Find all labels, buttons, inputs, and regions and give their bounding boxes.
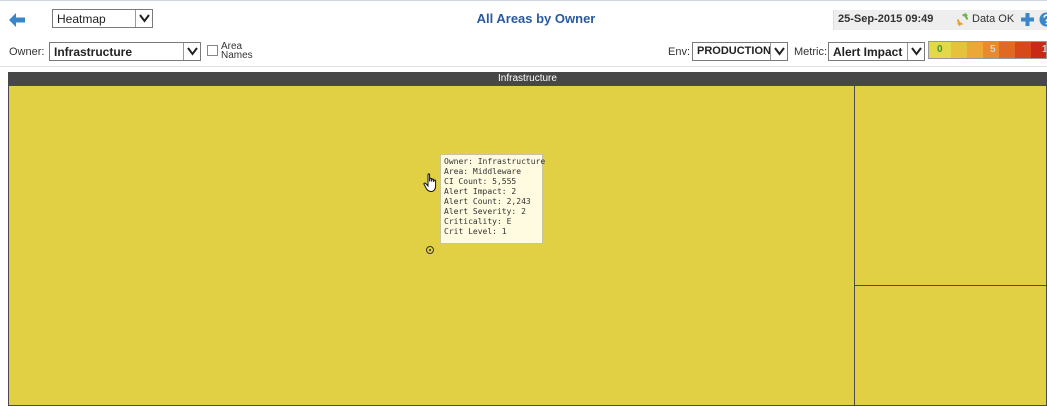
tooltip-alert-impact: Alert Impact: 2 bbox=[444, 187, 517, 196]
tooltip-owner: Owner: Infrastructure bbox=[444, 157, 546, 166]
metric-label: Metric: bbox=[794, 46, 827, 58]
area-names-checkbox[interactable] bbox=[207, 45, 218, 56]
metric-select[interactable]: Alert Impact bbox=[828, 42, 925, 61]
cell-tooltip: Owner: Infrastructure Area: Middleware C… bbox=[440, 154, 546, 244]
heatmap-cell[interactable] bbox=[854, 85, 1047, 286]
color-scale-legend: 0 5 10 bbox=[928, 41, 1047, 59]
area-names-label: Area Names bbox=[221, 41, 253, 61]
owner-select[interactable]: Infrastructure bbox=[49, 42, 201, 61]
env-select[interactable]: PRODUCTION bbox=[692, 42, 788, 61]
legend-swatch bbox=[999, 42, 1015, 58]
tooltip-ci-count: CI Count: 5,555 bbox=[444, 177, 517, 186]
hand-cursor-icon bbox=[423, 173, 439, 196]
legend-swatch bbox=[967, 42, 983, 58]
legend-swatch bbox=[1015, 42, 1031, 58]
heatmap-cell[interactable] bbox=[854, 285, 1047, 406]
legend-min-label: 0 bbox=[937, 44, 943, 55]
chevron-down-icon bbox=[183, 43, 200, 60]
data-status: Data OK bbox=[972, 13, 1015, 25]
view-select[interactable]: Heatmap bbox=[52, 9, 153, 28]
group-header: Infrastructure bbox=[8, 72, 1047, 85]
add-icon[interactable] bbox=[1020, 12, 1035, 30]
env-label: Env: bbox=[668, 46, 691, 58]
owner-label: Owner: bbox=[9, 46, 45, 58]
tooltip-alert-severity: Alert Severity: 2 bbox=[444, 207, 526, 216]
env-select-value: PRODUCTION bbox=[697, 45, 771, 57]
view-select-value: Heatmap bbox=[57, 12, 106, 26]
sync-icon bbox=[955, 12, 970, 30]
help-icon[interactable] bbox=[1039, 12, 1047, 30]
legend-max-label: 10 bbox=[1042, 44, 1046, 55]
tooltip-crit-level: Crit Level: 1 bbox=[444, 227, 507, 236]
chevron-down-icon bbox=[135, 10, 152, 27]
back-arrow-icon[interactable] bbox=[8, 12, 26, 28]
tooltip-area: Area: Middleware bbox=[444, 167, 522, 176]
timestamp: 25-Sep-2015 09:49 bbox=[838, 13, 934, 25]
tooltip-criticality: Criticality: E bbox=[444, 217, 512, 226]
cell-marker-icon bbox=[426, 246, 434, 254]
tooltip-alert-count: Alert Count: 2,243 bbox=[444, 197, 531, 206]
top-bar: Heatmap All Areas by Owner 25-Sep-2015 0… bbox=[0, 0, 1047, 34]
chevron-down-icon bbox=[770, 43, 787, 60]
metric-select-value: Alert Impact bbox=[833, 45, 903, 59]
owner-select-value: Infrastructure bbox=[54, 45, 133, 59]
page-title: All Areas by Owner bbox=[476, 11, 596, 26]
filter-bar: Owner: Infrastructure Area Names Env: PR… bbox=[0, 35, 1047, 67]
legend-mid-label: 5 bbox=[990, 44, 996, 55]
status-bar: 25-Sep-2015 09:49 Data OK bbox=[833, 10, 1047, 30]
legend-swatch bbox=[951, 42, 967, 58]
chevron-down-icon bbox=[907, 43, 924, 60]
